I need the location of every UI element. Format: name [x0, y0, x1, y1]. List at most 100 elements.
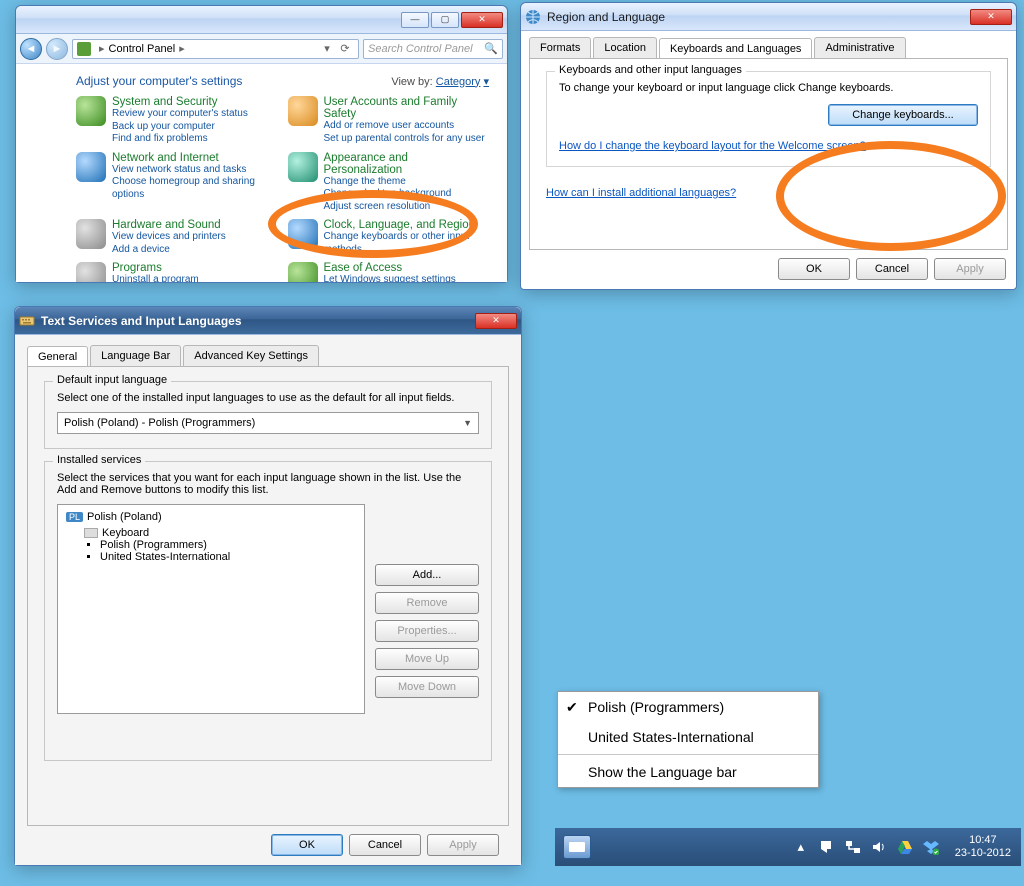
category-sublink[interactable]: View network status and tasks [112, 164, 278, 177]
view-by: View by: Category ▾ [391, 75, 489, 88]
tab[interactable]: Location [593, 37, 657, 58]
category-sublink[interactable]: Change desktop background [324, 188, 490, 201]
category-sublink[interactable]: Uninstall a program [112, 274, 199, 282]
cancel-button[interactable]: Cancel [856, 258, 928, 280]
category-sublink[interactable]: Review your computer's status [112, 108, 248, 121]
search-input[interactable]: Search Control Panel 🔍 [363, 39, 503, 59]
breadcrumb-bar[interactable]: ▸ Control Panel ▸ ▾ ⟳ [72, 39, 359, 59]
close-button[interactable]: ✕ [461, 12, 503, 28]
language-option[interactable]: United States-International [558, 722, 818, 752]
category-title[interactable]: User Accounts and Family Safety [324, 96, 490, 120]
close-button[interactable]: ✕ [475, 313, 517, 329]
apply-button[interactable]: Apply [427, 834, 499, 856]
back-button[interactable]: ◄ [20, 38, 42, 60]
category-sublink[interactable]: Choose homegroup and sharing options [112, 176, 278, 201]
minimize-button[interactable]: — [401, 12, 429, 28]
chevron-down-icon: ▼ [463, 418, 472, 428]
action-center-icon[interactable] [819, 839, 835, 855]
installed-services-fieldset: Installed services Select the services t… [44, 461, 492, 761]
tab[interactable]: Administrative [814, 37, 905, 58]
tab[interactable]: Language Bar [90, 345, 181, 366]
category-icon [288, 219, 318, 249]
category-sublink[interactable]: Set up parental controls for any user [324, 133, 490, 146]
cp-category: System and SecurityReview your computer'… [76, 96, 278, 146]
category-sublink[interactable]: Add a device [112, 244, 226, 257]
cp-category: Network and InternetView network status … [76, 152, 278, 214]
address-bar-row: ◄ ► ▸ Control Panel ▸ ▾ ⟳ Search Control… [16, 34, 507, 64]
keyboard-icon [84, 528, 98, 538]
remove-button[interactable]: Remove [375, 592, 479, 614]
clock[interactable]: 10:47 23-10-2012 [955, 834, 1011, 859]
category-sublink[interactable]: Add or remove user accounts [324, 120, 490, 133]
google-drive-icon[interactable] [897, 839, 913, 855]
globe-icon [525, 9, 541, 25]
tab[interactable]: General [27, 346, 88, 367]
move-down-button[interactable]: Move Down [375, 676, 479, 698]
ok-button[interactable]: OK [778, 258, 850, 280]
view-by-dropdown[interactable]: ▾ [483, 76, 489, 88]
tab[interactable]: Formats [529, 37, 591, 58]
category-title[interactable]: Appearance and Personalization [324, 152, 490, 176]
tab[interactable]: Keyboards and Languages [659, 38, 813, 59]
breadcrumb-dropdown[interactable]: ▾ [318, 42, 336, 55]
show-hidden-icons[interactable]: ▴ [793, 839, 809, 855]
category-sublink[interactable]: Adjust screen resolution [324, 201, 490, 214]
install-languages-link[interactable]: How can I install additional languages? [546, 187, 736, 199]
fieldset-desc: Select the services that you want for ea… [57, 472, 479, 496]
category-title[interactable]: Network and Internet [112, 152, 278, 164]
default-language-combo[interactable]: Polish (Poland) - Polish (Programmers)▼ [57, 412, 479, 434]
apply-button[interactable]: Apply [934, 258, 1006, 280]
keyboard-layout-item[interactable]: Polish (Programmers) [100, 539, 356, 551]
dropbox-icon[interactable] [923, 839, 939, 855]
tab-panel-keyboards: Keyboards and other input languages To c… [529, 58, 1008, 250]
move-up-button[interactable]: Move Up [375, 648, 479, 670]
close-button[interactable]: ✕ [970, 9, 1012, 25]
clock-date: 23-10-2012 [955, 847, 1011, 860]
category-sublink[interactable]: Back up your computer [112, 121, 248, 134]
category-title[interactable]: System and Security [112, 96, 248, 108]
search-icon: 🔍 [484, 42, 498, 55]
titlebar[interactable]: — ▢ ✕ [16, 6, 507, 34]
groupbox-legend: Keyboards and other input languages [555, 64, 746, 76]
ime-button[interactable] [563, 835, 591, 859]
properties-button[interactable]: Properties... [375, 620, 479, 642]
keyboard-icon [19, 313, 35, 329]
category-sublink[interactable]: View devices and printers [112, 231, 226, 244]
category-icon [76, 219, 106, 249]
volume-icon[interactable] [871, 839, 887, 855]
titlebar[interactable]: Region and Language ✕ [521, 3, 1016, 31]
category-sublink[interactable]: Change the theme [324, 176, 490, 189]
titlebar[interactable]: Text Services and Input Languages ✕ [15, 307, 521, 335]
category-sublink[interactable]: Let Windows suggest settings [324, 274, 456, 282]
breadcrumb-root[interactable]: Control Panel [109, 43, 176, 55]
forward-button[interactable]: ► [46, 38, 68, 60]
view-by-value[interactable]: Category [436, 76, 481, 88]
category-sublink[interactable]: Change keyboards or other input methods [324, 231, 490, 256]
category-title[interactable]: Hardware and Sound [112, 219, 226, 231]
change-keyboards-button[interactable]: Change keyboards... [828, 104, 978, 126]
region-language-dialog: Region and Language ✕ FormatsLocationKey… [520, 2, 1017, 290]
ok-button[interactable]: OK [271, 834, 343, 856]
cp-category: Hardware and SoundView devices and print… [76, 219, 278, 256]
tab[interactable]: Advanced Key Settings [183, 345, 319, 366]
category-title[interactable]: Programs [112, 262, 199, 274]
cancel-button[interactable]: Cancel [349, 834, 421, 856]
welcome-screen-link[interactable]: How do I change the keyboard layout for … [559, 140, 866, 152]
keyboards-groupbox: Keyboards and other input languages To c… [546, 71, 991, 167]
category-sublink[interactable]: Find and fix problems [112, 133, 248, 146]
language-name: Polish (Poland) [87, 511, 162, 523]
installed-services-list[interactable]: PLPolish (Poland) Keyboard Polish (Progr… [57, 504, 365, 714]
keyboard-layout-item[interactable]: United States-International [100, 551, 356, 563]
maximize-button[interactable]: ▢ [431, 12, 459, 28]
add-button[interactable]: Add... [375, 564, 479, 586]
refresh-button[interactable]: ⟳ [336, 42, 354, 55]
category-title[interactable]: Ease of Access [324, 262, 456, 274]
category-title[interactable]: Clock, Language, and Region [324, 219, 490, 231]
category-icon [288, 96, 318, 126]
groupbox-desc: To change your keyboard or input languag… [559, 82, 978, 94]
show-language-bar-item[interactable]: Show the Language bar [558, 757, 818, 787]
cp-category: Clock, Language, and RegionChange keyboa… [288, 219, 490, 256]
language-badge: PL [66, 512, 83, 522]
language-option[interactable]: ✔Polish (Programmers) [558, 692, 818, 722]
network-icon[interactable] [845, 839, 861, 855]
